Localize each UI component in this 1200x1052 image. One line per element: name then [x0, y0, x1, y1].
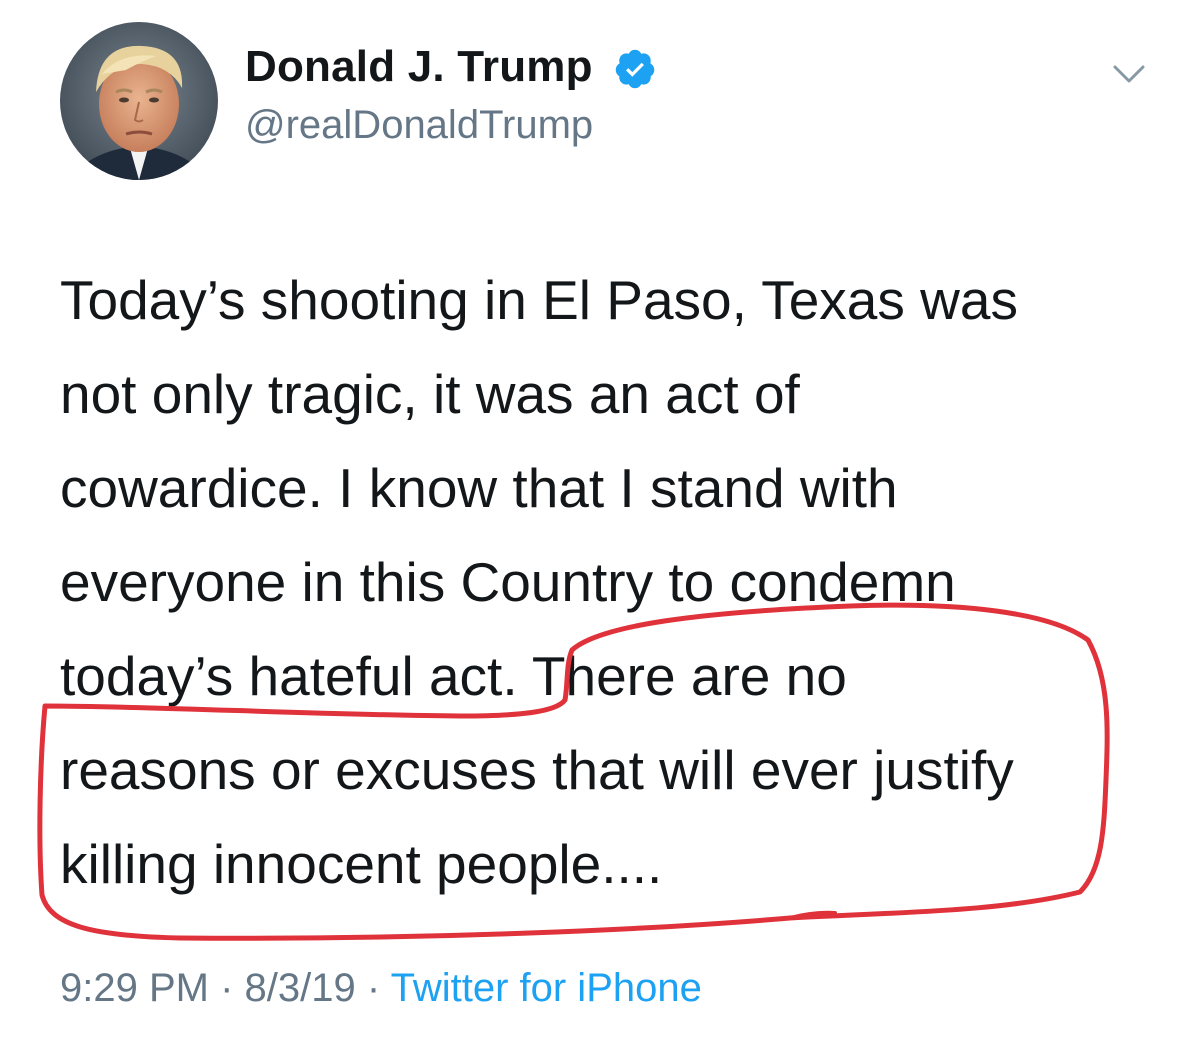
tweet-card: Donald J. Trump @realDonaldTrump Today’s…	[0, 0, 1200, 1052]
tweet-text-line: today’s hateful act. There are no	[60, 645, 847, 707]
chevron-down-icon[interactable]	[1109, 58, 1149, 90]
tweet-text-line: killing innocent people....	[60, 833, 663, 895]
tweet-text-line: everyone in this Country to condemn	[60, 551, 956, 613]
tweet-text-line: reasons or excuses that will ever justif…	[60, 739, 1014, 801]
tweet-time[interactable]: 9:29 PM	[60, 966, 209, 1010]
tweet-source-link[interactable]: Twitter for iPhone	[391, 966, 702, 1010]
profile-photo-icon	[60, 22, 218, 180]
profile-avatar[interactable]	[60, 22, 218, 180]
verified-badge-icon	[615, 49, 655, 89]
tweet-date[interactable]: 8/3/19	[245, 966, 356, 1010]
author-handle[interactable]: @realDonaldTrump	[245, 103, 593, 148]
tweet-text-line: Today’s shooting in El Paso, Texas was	[60, 269, 1018, 331]
author-display-name[interactable]: Donald J. Trump	[245, 42, 593, 92]
tweet-text: Today’s shooting in El Paso, Texas was n…	[60, 253, 1170, 911]
tweet-meta: 9:29 PM · 8/3/19 · Twitter for iPhone	[60, 966, 702, 1011]
meta-separator: ·	[366, 966, 381, 1010]
tweet-text-line: cowardice. I know that I stand with	[60, 457, 898, 519]
tweet-text-line: not only tragic, it was an act of	[60, 363, 800, 425]
meta-separator: ·	[220, 966, 234, 1010]
